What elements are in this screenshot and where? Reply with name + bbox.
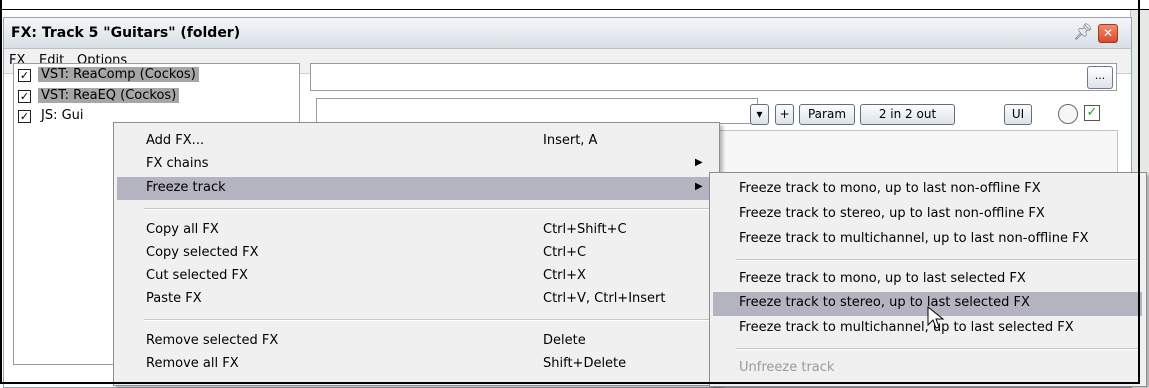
outer-frame	[0, 0, 1140, 384]
